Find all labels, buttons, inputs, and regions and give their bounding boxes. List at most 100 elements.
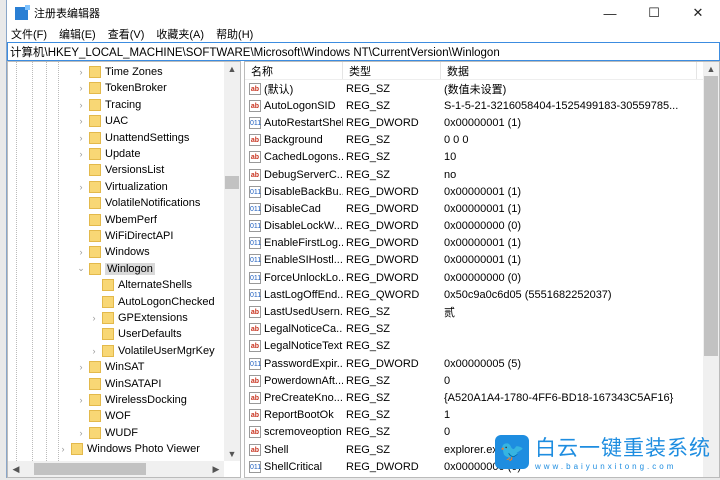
folder-icon	[89, 230, 101, 242]
string-value-icon: ab	[249, 426, 261, 439]
value-row[interactable]: ab LegalNoticeCa... REG_SZ	[245, 321, 719, 338]
tree-item[interactable]: ⌄ Winlogon	[76, 261, 155, 277]
tree-item-label: Tracing	[105, 98, 142, 111]
chevron-right-icon[interactable]: ›	[76, 182, 86, 192]
minimize-button[interactable]: —	[588, 0, 632, 26]
scroll-up-icon[interactable]: ▲	[224, 64, 240, 74]
value-type: REG_SZ	[346, 82, 391, 95]
chevron-right-icon[interactable]: ›	[76, 116, 86, 126]
folder-icon	[89, 262, 101, 275]
value-row[interactable]: ab Background REG_SZ 0 0 0	[245, 132, 719, 149]
scroll-down-icon[interactable]: ▼	[224, 449, 240, 459]
chevron-right-icon[interactable]: ›	[76, 83, 86, 93]
tree-item-label: WinSAT	[105, 361, 145, 374]
watermark-name: 白云一键重装系统	[535, 437, 711, 460]
value-row[interactable]: 011 AutoRestartShell REG_DWORD 0x00000001 (…	[245, 114, 719, 131]
value-row[interactable]: 011 PasswordExpir... REG_DWORD 0x00000005 (…	[245, 355, 719, 372]
chevron-right-icon[interactable]: ›	[76, 149, 86, 159]
scroll-up-icon[interactable]: ▲	[703, 64, 719, 74]
value-row[interactable]: ab (默认) REG_SZ (数值未设置)	[245, 80, 719, 97]
address-bar[interactable]: 计算机\HKEY_LOCAL_MACHINE\SOFTWARE\Microsof…	[7, 42, 720, 61]
tree-item[interactable]: › Virtualization	[76, 179, 168, 195]
chevron-right-icon[interactable]: ›	[89, 313, 99, 323]
value-row[interactable]: ab DebugServerC... REG_SZ no	[245, 166, 719, 183]
value-row[interactable]: 011 DisableBackBu... REG_DWORD 0x00000001 (…	[245, 183, 719, 200]
tree-item[interactable]: › UnattendSettings	[76, 130, 189, 146]
column-name[interactable]: 名称	[245, 62, 343, 79]
tree-item[interactable]: WbemPerf	[76, 212, 157, 228]
tree-item[interactable]: WiFiDirectAPI	[76, 228, 173, 244]
tree-item[interactable]: › VolatileUserMgrKey	[89, 343, 215, 359]
tree-item[interactable]: › GPExtensions	[89, 310, 188, 326]
tree-item[interactable]: › UAC	[76, 113, 128, 129]
chevron-right-icon[interactable]: ›	[76, 395, 86, 405]
value-row[interactable]: 011 DisableLockW... REG_DWORD 0x00000000 (0…	[245, 218, 719, 235]
close-button[interactable]: ✕	[676, 0, 720, 26]
tree-hscroll-thumb[interactable]	[34, 463, 146, 475]
tree-item[interactable]: › Update	[76, 146, 140, 162]
column-type[interactable]: 类型	[343, 62, 441, 79]
value-row[interactable]: 011 EnableSIHostl... REG_DWORD 0x00000001 (…	[245, 252, 719, 269]
value-type: REG_SZ	[346, 306, 391, 319]
maximize-button[interactable]: ☐	[632, 0, 676, 26]
value-row[interactable]: ab PowerdownAft... REG_SZ 0	[245, 372, 719, 389]
chevron-right-icon[interactable]: ›	[89, 346, 99, 356]
tree-item[interactable]: WOF	[76, 408, 131, 424]
list-vertical-scrollbar[interactable]: ▲	[703, 62, 719, 477]
tree-item[interactable]: › TokenBroker	[76, 80, 167, 96]
value-data: 贰	[444, 307, 455, 320]
value-row[interactable]: ab CachedLogons... REG_SZ 10	[245, 149, 719, 166]
chevron-right-icon[interactable]: ›	[76, 133, 86, 143]
folder-icon	[102, 344, 114, 357]
column-data[interactable]: 数据	[441, 62, 697, 79]
string-value-icon: ab	[249, 168, 261, 181]
watermark-url: www.baiyunxitong.com	[535, 462, 677, 471]
tree-item[interactable]: AlternateShells	[89, 277, 192, 293]
menu-view[interactable]: 查看(V)	[108, 26, 145, 42]
value-row[interactable]: 011 EnableFirstLog... REG_DWORD 0x00000001 …	[245, 235, 719, 252]
menu-file[interactable]: 文件(F)	[11, 26, 47, 42]
tree-item[interactable]: UserDefaults	[89, 326, 182, 342]
tree-item[interactable]: VolatileNotifications	[76, 195, 200, 211]
tree-item[interactable]: › Windows Photo Viewer	[58, 441, 200, 457]
chevron-right-icon[interactable]: ›	[76, 428, 86, 438]
value-row[interactable]: 011 LastLogOffEnd... REG_QWORD 0x50c9a0c6d0…	[245, 286, 719, 303]
list-scroll-thumb[interactable]	[704, 76, 718, 356]
menu-edit[interactable]: 编辑(E)	[59, 26, 96, 42]
window-title: 注册表编辑器	[34, 8, 100, 20]
chevron-right-icon[interactable]: ›	[76, 362, 86, 372]
value-row[interactable]: ab ReportBootOk REG_SZ 1	[245, 407, 719, 424]
tree-item[interactable]: AutoLogonChecked	[89, 294, 215, 310]
tree-item[interactable]: VersionsList	[76, 162, 164, 178]
menu-favorites[interactable]: 收藏夹(A)	[156, 26, 204, 42]
key-tree-pane[interactable]: › Time Zones › TokenBroker › Tracing › UAC › Unat…	[7, 61, 241, 478]
tree-item[interactable]: WinSATAPI	[76, 376, 161, 392]
tree-item[interactable]: › Windows	[76, 244, 150, 260]
chevron-down-icon[interactable]: ⌄	[76, 263, 86, 274]
chevron-right-icon[interactable]: ›	[76, 67, 86, 77]
tree-item[interactable]: › Time Zones	[76, 64, 163, 80]
value-row[interactable]: ab AutoLogonSID REG_SZ S-1-5-21-3216058404-…	[245, 97, 719, 114]
value-row[interactable]: 011 ForceUnlockLo... REG_DWORD 0x00000000 (…	[245, 269, 719, 286]
tree-item[interactable]: › Tracing	[76, 97, 141, 113]
chevron-right-icon[interactable]: ›	[76, 247, 86, 257]
tree-vertical-scrollbar[interactable]: ▲ ▼	[224, 62, 240, 461]
chevron-right-icon[interactable]: ›	[58, 444, 68, 454]
tree-item-label: GPExtensions	[118, 312, 188, 324]
tree-item[interactable]: › WUDF	[76, 425, 138, 441]
binary-value-icon: 011	[249, 185, 261, 198]
scroll-right-icon[interactable]: ▶	[208, 464, 224, 475]
scroll-left-icon[interactable]: ◀	[8, 464, 24, 475]
menu-help[interactable]: 帮助(H)	[216, 26, 253, 42]
value-row[interactable]: ab LastUsedUsern... REG_SZ 贰	[245, 303, 719, 320]
tree-horizontal-scrollbar[interactable]: ◀ ▶	[8, 461, 224, 477]
values-list-pane[interactable]: 名称 类型 数据 ab (默认) REG_SZ (数值未设置) ab AutoLogonS…	[244, 61, 720, 478]
chevron-right-icon[interactable]: ›	[76, 100, 86, 110]
tree-item[interactable]: › WirelessDocking	[76, 392, 187, 408]
value-row[interactable]: ab LegalNoticeText REG_SZ	[245, 338, 719, 355]
tree-item[interactable]: › WinSAT	[76, 359, 145, 375]
value-row[interactable]: ab PreCreateKno... REG_SZ {A520A1A4-1780-4F…	[245, 389, 719, 406]
value-row[interactable]: 011 DisableCad REG_DWORD 0x00000001 (1)	[245, 200, 719, 217]
value-name: LastUsedUsern...	[264, 306, 343, 319]
tree-scroll-thumb[interactable]	[225, 176, 239, 189]
